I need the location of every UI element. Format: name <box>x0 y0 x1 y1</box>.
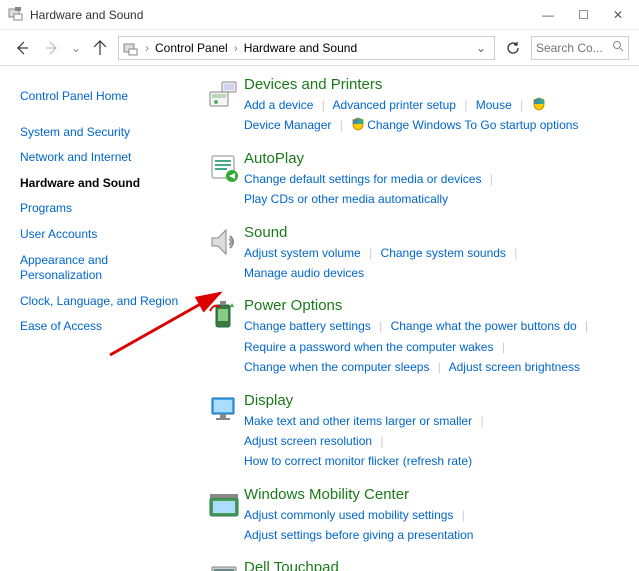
chevron-right-icon[interactable]: › <box>232 41 240 55</box>
section-icon <box>204 392 244 472</box>
up-button[interactable] <box>88 36 112 60</box>
chevron-right-icon[interactable]: › <box>143 41 151 55</box>
section-link[interactable]: Make text and other items larger or smal… <box>244 414 472 428</box>
chevron-down-icon[interactable]: ⌄ <box>476 41 490 55</box>
titlebar-icon <box>8 5 24 24</box>
section-link[interactable]: Adjust screen brightness <box>449 360 580 374</box>
sidebar-item-7[interactable]: Clock, Language, and Region <box>16 289 184 315</box>
titlebar: Hardware and Sound — ☐ ✕ <box>0 0 639 30</box>
breadcrumb[interactable]: › Control Panel › Hardware and Sound ⌄ <box>118 36 495 60</box>
section-1: AutoPlay Change default settings for medi… <box>204 150 619 210</box>
section-heading[interactable]: Windows Mobility Center <box>244 486 619 503</box>
section-links: Adjust system volume | Change system sou… <box>244 243 619 284</box>
back-button[interactable] <box>10 36 34 60</box>
minimize-button[interactable]: — <box>542 8 554 22</box>
breadcrumb-item-root[interactable]: Control Panel <box>155 41 228 55</box>
section-5: Windows Mobility Center Adjust commonly u… <box>204 486 619 546</box>
recent-dropdown[interactable]: ⌄ <box>70 36 82 60</box>
shield-icon <box>532 97 546 111</box>
section-link[interactable]: Change Windows To Go startup options <box>367 118 578 132</box>
section-link[interactable]: Adjust system volume <box>244 246 361 260</box>
section-icon <box>204 150 244 210</box>
window-title: Hardware and Sound <box>30 8 542 22</box>
section-links: Change default settings for media or dev… <box>244 169 619 210</box>
search-box[interactable] <box>531 36 629 60</box>
section-link[interactable]: Change system sounds <box>381 246 506 260</box>
section-4: Display Make text and other items larger … <box>204 392 619 472</box>
sidebar-item-8[interactable]: Ease of Access <box>16 314 184 340</box>
window-controls: — ☐ ✕ <box>542 8 631 22</box>
forward-button[interactable] <box>40 36 64 60</box>
section-heading[interactable]: Dell Touchpad <box>244 559 619 571</box>
section-icon <box>204 76 244 136</box>
section-link[interactable]: Change battery settings <box>244 319 371 333</box>
sidebar-item-1[interactable]: System and Security <box>16 120 184 146</box>
search-input[interactable] <box>536 41 606 55</box>
sidebar: Control Panel Home System and SecurityNet… <box>0 66 200 571</box>
sidebar-item-0[interactable]: Control Panel Home <box>16 84 184 110</box>
section-link[interactable]: Mouse <box>476 98 512 112</box>
maximize-button[interactable]: ☐ <box>578 8 589 22</box>
section-heading[interactable]: Devices and Printers <box>244 76 619 93</box>
breadcrumb-icon <box>123 40 139 56</box>
section-link[interactable]: How to correct monitor flicker (refresh … <box>244 454 472 468</box>
section-link[interactable]: Change what the power buttons do <box>391 319 577 333</box>
section-heading[interactable]: Display <box>244 392 619 409</box>
refresh-button[interactable] <box>501 36 525 60</box>
content-area: Devices and Printers Add a device | Advan… <box>200 66 639 571</box>
sidebar-item-3[interactable]: Hardware and Sound <box>16 171 184 197</box>
breadcrumb-item-current[interactable]: Hardware and Sound <box>244 41 357 55</box>
section-link[interactable]: Require a password when the computer wak… <box>244 340 493 354</box>
section-links: Change battery settings | Change what th… <box>244 316 619 377</box>
section-heading[interactable]: AutoPlay <box>244 150 619 167</box>
section-link[interactable]: Device Manager <box>244 118 331 132</box>
section-heading[interactable]: Sound <box>244 224 619 241</box>
section-3: Power Options Change battery settings | C… <box>204 297 619 377</box>
sidebar-item-4[interactable]: Programs <box>16 196 184 222</box>
section-links: Adjust commonly used mobility settings |… <box>244 505 619 546</box>
section-heading[interactable]: Power Options <box>244 297 619 314</box>
section-link[interactable]: Change default settings for media or dev… <box>244 172 481 186</box>
sidebar-item-5[interactable]: User Accounts <box>16 222 184 248</box>
sidebar-item-2[interactable]: Network and Internet <box>16 145 184 171</box>
section-link[interactable]: Change when the computer sleeps <box>244 360 429 374</box>
section-link[interactable]: Add a device <box>244 98 313 112</box>
section-link[interactable]: Manage audio devices <box>244 266 364 280</box>
sidebar-item-6[interactable]: Appearance and Personalization <box>16 248 184 289</box>
section-link[interactable]: Advanced printer setup <box>333 98 456 112</box>
section-link[interactable]: Adjust screen resolution <box>244 434 372 448</box>
section-2: Sound Adjust system volume | Change syste… <box>204 224 619 284</box>
shield-icon <box>351 117 365 131</box>
section-icon <box>204 559 244 571</box>
section-6: Dell TouchpadLaunch Mouse Control Panel <box>204 559 619 571</box>
section-icon <box>204 486 244 546</box>
section-icon <box>204 224 244 284</box>
search-icon[interactable] <box>612 40 624 55</box>
section-link[interactable]: Play CDs or other media automatically <box>244 192 448 206</box>
section-icon <box>204 297 244 377</box>
close-button[interactable]: ✕ <box>613 8 623 22</box>
section-0: Devices and Printers Add a device | Advan… <box>204 76 619 136</box>
section-link[interactable]: Adjust settings before giving a presenta… <box>244 528 473 542</box>
navbar: ⌄ › Control Panel › Hardware and Sound ⌄ <box>0 30 639 66</box>
section-links: Add a device | Advanced printer setup | … <box>244 95 619 136</box>
section-links: Make text and other items larger or smal… <box>244 411 619 472</box>
section-link[interactable]: Adjust commonly used mobility settings <box>244 508 453 522</box>
